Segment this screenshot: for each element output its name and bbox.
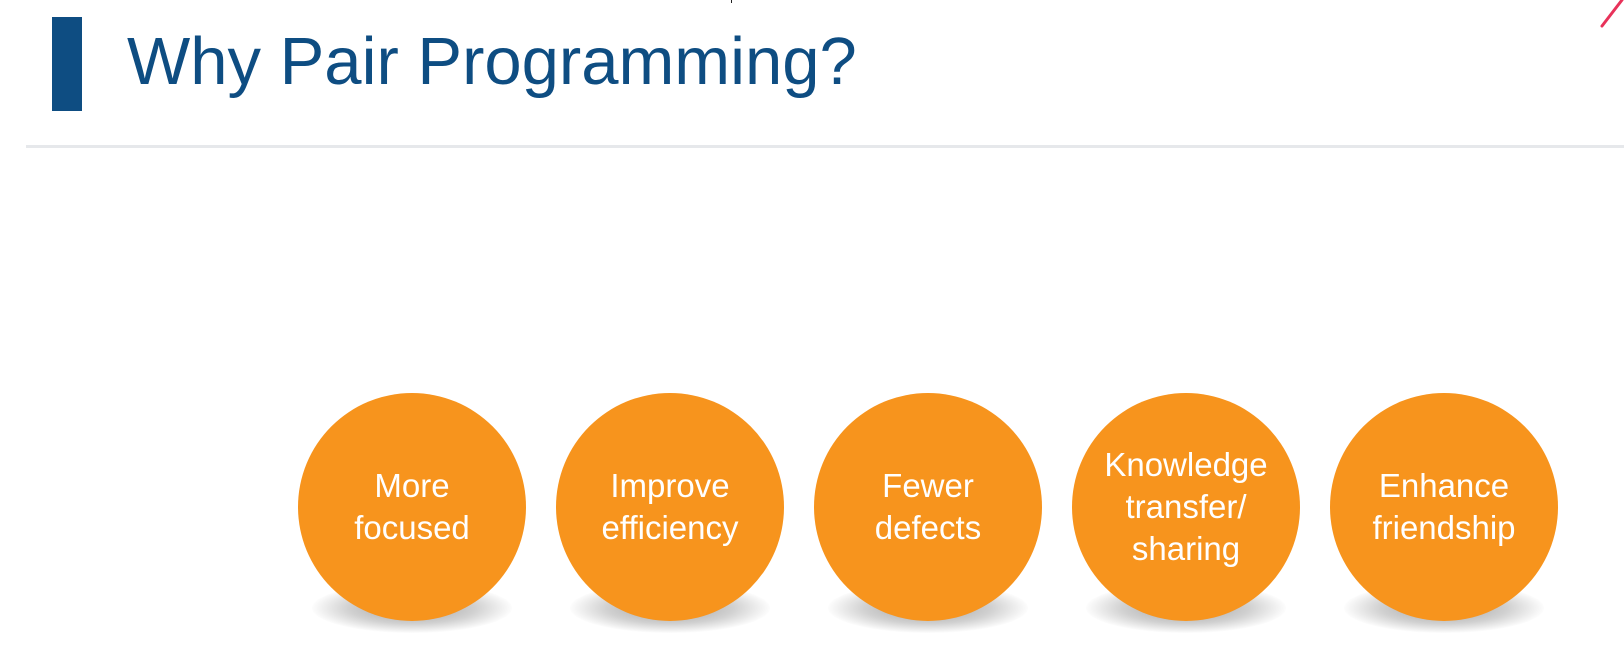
benefit-label: Fewer defects (874, 467, 982, 546)
benefit-circle-efficiency: Improve efficiency (556, 393, 784, 633)
benefit-circle-knowledge: Knowledge transfer/ sharing (1072, 393, 1300, 633)
benefit-circle-friendship: Enhance friendship (1330, 393, 1558, 633)
benefit-label: Knowledge transfer/ sharing (1104, 446, 1268, 567)
benefit-label: More focused (354, 467, 470, 546)
benefit-label: Improve efficiency (601, 467, 739, 546)
benefit-label: Enhance friendship (1372, 467, 1516, 546)
benefit-circle: Enhance friendship (1330, 393, 1558, 621)
benefit-circle: Knowledge transfer/ sharing (1072, 393, 1300, 621)
benefit-circle: Fewer defects (814, 393, 1042, 621)
benefits-row: More focused Improve efficiency Fewer de… (0, 0, 1624, 654)
benefit-circle: More focused (298, 393, 526, 621)
benefit-circle: Improve efficiency (556, 393, 784, 621)
benefit-circle-focused: More focused (298, 393, 526, 633)
benefit-circle-defects: Fewer defects (814, 393, 1042, 633)
